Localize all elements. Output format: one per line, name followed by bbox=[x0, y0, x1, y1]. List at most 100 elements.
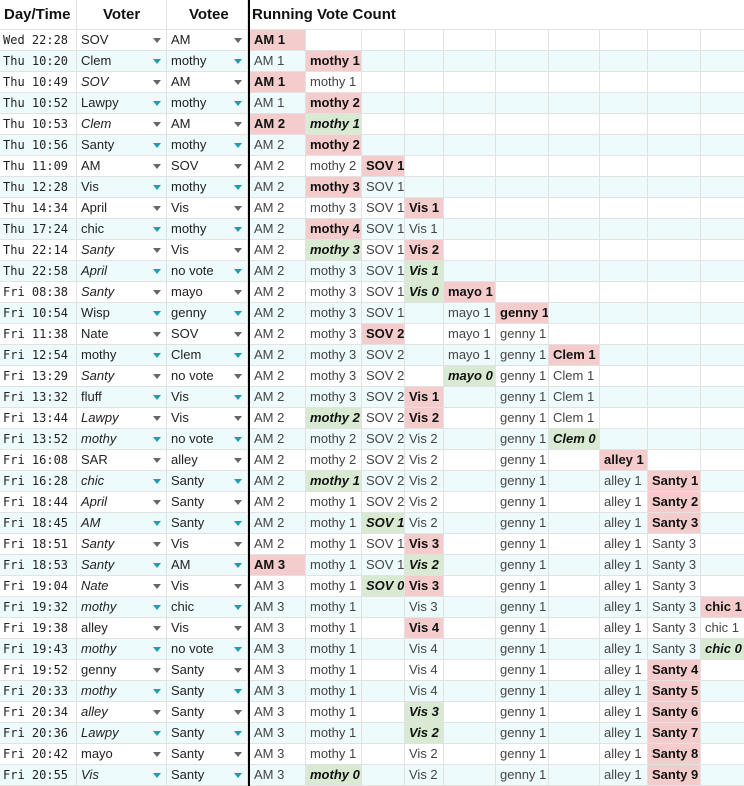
dropdown-arrow-icon[interactable] bbox=[153, 584, 161, 589]
votee-cell[interactable]: Vis bbox=[167, 240, 248, 261]
dropdown-arrow-icon[interactable] bbox=[234, 269, 242, 274]
votee-cell[interactable]: no vote bbox=[167, 429, 248, 450]
dropdown-arrow-icon[interactable] bbox=[153, 269, 161, 274]
dropdown-arrow-icon[interactable] bbox=[153, 311, 161, 316]
dropdown-arrow-icon[interactable] bbox=[153, 626, 161, 631]
votee-cell[interactable]: Vis bbox=[167, 408, 248, 429]
dropdown-arrow-icon[interactable] bbox=[234, 143, 242, 148]
dropdown-arrow-icon[interactable] bbox=[153, 416, 161, 421]
voter-cell[interactable]: mothy bbox=[77, 345, 167, 366]
voter-cell[interactable]: Santy bbox=[77, 135, 167, 156]
dropdown-arrow-icon[interactable] bbox=[153, 248, 161, 253]
dropdown-arrow-icon[interactable] bbox=[153, 773, 161, 778]
dropdown-arrow-icon[interactable] bbox=[234, 689, 242, 694]
votee-cell[interactable]: SOV bbox=[167, 156, 248, 177]
votee-cell[interactable]: mothy bbox=[167, 93, 248, 114]
voter-cell[interactable]: mothy bbox=[77, 429, 167, 450]
votee-cell[interactable]: Santy bbox=[167, 492, 248, 513]
votee-cell[interactable]: Clem bbox=[167, 345, 248, 366]
dropdown-arrow-icon[interactable] bbox=[153, 437, 161, 442]
votee-cell[interactable]: Santy bbox=[167, 513, 248, 534]
dropdown-arrow-icon[interactable] bbox=[153, 731, 161, 736]
dropdown-arrow-icon[interactable] bbox=[153, 80, 161, 85]
voter-cell[interactable]: Clem bbox=[77, 51, 167, 72]
dropdown-arrow-icon[interactable] bbox=[234, 416, 242, 421]
dropdown-arrow-icon[interactable] bbox=[153, 458, 161, 463]
votee-cell[interactable]: AM bbox=[167, 72, 248, 93]
dropdown-arrow-icon[interactable] bbox=[153, 752, 161, 757]
dropdown-arrow-icon[interactable] bbox=[153, 521, 161, 526]
voter-cell[interactable]: Lawpy bbox=[77, 408, 167, 429]
voter-cell[interactable]: chic bbox=[77, 219, 167, 240]
voter-cell[interactable]: mothy bbox=[77, 597, 167, 618]
voter-cell[interactable]: Santy bbox=[77, 555, 167, 576]
dropdown-arrow-icon[interactable] bbox=[153, 332, 161, 337]
dropdown-arrow-icon[interactable] bbox=[153, 689, 161, 694]
votee-cell[interactable]: AM bbox=[167, 30, 248, 51]
voter-cell[interactable]: mothy bbox=[77, 681, 167, 702]
dropdown-arrow-icon[interactable] bbox=[234, 458, 242, 463]
dropdown-arrow-icon[interactable] bbox=[153, 101, 161, 106]
dropdown-arrow-icon[interactable] bbox=[153, 185, 161, 190]
votee-cell[interactable]: Vis bbox=[167, 576, 248, 597]
dropdown-arrow-icon[interactable] bbox=[234, 710, 242, 715]
dropdown-arrow-icon[interactable] bbox=[234, 626, 242, 631]
voter-cell[interactable]: mayo bbox=[77, 744, 167, 765]
dropdown-arrow-icon[interactable] bbox=[234, 311, 242, 316]
dropdown-arrow-icon[interactable] bbox=[234, 80, 242, 85]
voter-cell[interactable]: AM bbox=[77, 513, 167, 534]
dropdown-arrow-icon[interactable] bbox=[234, 521, 242, 526]
dropdown-arrow-icon[interactable] bbox=[234, 38, 242, 43]
dropdown-arrow-icon[interactable] bbox=[234, 668, 242, 673]
votee-cell[interactable]: Vis bbox=[167, 198, 248, 219]
voter-cell[interactable]: Clem bbox=[77, 114, 167, 135]
votee-cell[interactable]: no vote bbox=[167, 366, 248, 387]
votee-cell[interactable]: chic bbox=[167, 597, 248, 618]
votee-cell[interactable]: Santy bbox=[167, 660, 248, 681]
votee-cell[interactable]: Santy bbox=[167, 471, 248, 492]
dropdown-arrow-icon[interactable] bbox=[153, 59, 161, 64]
voter-cell[interactable]: Wisp bbox=[77, 303, 167, 324]
dropdown-arrow-icon[interactable] bbox=[153, 227, 161, 232]
votee-cell[interactable]: mayo bbox=[167, 282, 248, 303]
votee-cell[interactable]: mothy bbox=[167, 51, 248, 72]
voter-cell[interactable]: SAR bbox=[77, 450, 167, 471]
dropdown-arrow-icon[interactable] bbox=[153, 164, 161, 169]
votee-cell[interactable]: AM bbox=[167, 114, 248, 135]
dropdown-arrow-icon[interactable] bbox=[234, 584, 242, 589]
votee-cell[interactable]: Santy bbox=[167, 702, 248, 723]
voter-cell[interactable]: Nate bbox=[77, 576, 167, 597]
votee-cell[interactable]: Santy bbox=[167, 723, 248, 744]
dropdown-arrow-icon[interactable] bbox=[153, 710, 161, 715]
votee-cell[interactable]: no vote bbox=[167, 639, 248, 660]
dropdown-arrow-icon[interactable] bbox=[234, 185, 242, 190]
dropdown-arrow-icon[interactable] bbox=[234, 542, 242, 547]
votee-cell[interactable]: Vis bbox=[167, 387, 248, 408]
voter-cell[interactable]: Vis bbox=[77, 765, 167, 786]
dropdown-arrow-icon[interactable] bbox=[153, 206, 161, 211]
dropdown-arrow-icon[interactable] bbox=[153, 668, 161, 673]
votee-cell[interactable]: mothy bbox=[167, 219, 248, 240]
voter-cell[interactable]: mothy bbox=[77, 639, 167, 660]
dropdown-arrow-icon[interactable] bbox=[234, 227, 242, 232]
voter-cell[interactable]: Santy bbox=[77, 240, 167, 261]
votee-cell[interactable]: Vis bbox=[167, 618, 248, 639]
votee-cell[interactable]: mothy bbox=[167, 135, 248, 156]
votee-cell[interactable]: no vote bbox=[167, 261, 248, 282]
dropdown-arrow-icon[interactable] bbox=[234, 122, 242, 127]
votee-cell[interactable]: Santy bbox=[167, 744, 248, 765]
dropdown-arrow-icon[interactable] bbox=[234, 353, 242, 358]
dropdown-arrow-icon[interactable] bbox=[153, 563, 161, 568]
dropdown-arrow-icon[interactable] bbox=[234, 374, 242, 379]
dropdown-arrow-icon[interactable] bbox=[234, 206, 242, 211]
voter-cell[interactable]: April bbox=[77, 261, 167, 282]
dropdown-arrow-icon[interactable] bbox=[153, 500, 161, 505]
voter-cell[interactable]: Nate bbox=[77, 324, 167, 345]
dropdown-arrow-icon[interactable] bbox=[234, 59, 242, 64]
voter-cell[interactable]: Santy bbox=[77, 366, 167, 387]
dropdown-arrow-icon[interactable] bbox=[234, 290, 242, 295]
dropdown-arrow-icon[interactable] bbox=[234, 101, 242, 106]
voter-cell[interactable]: Lawpy bbox=[77, 723, 167, 744]
voter-cell[interactable]: Santy bbox=[77, 282, 167, 303]
dropdown-arrow-icon[interactable] bbox=[153, 122, 161, 127]
